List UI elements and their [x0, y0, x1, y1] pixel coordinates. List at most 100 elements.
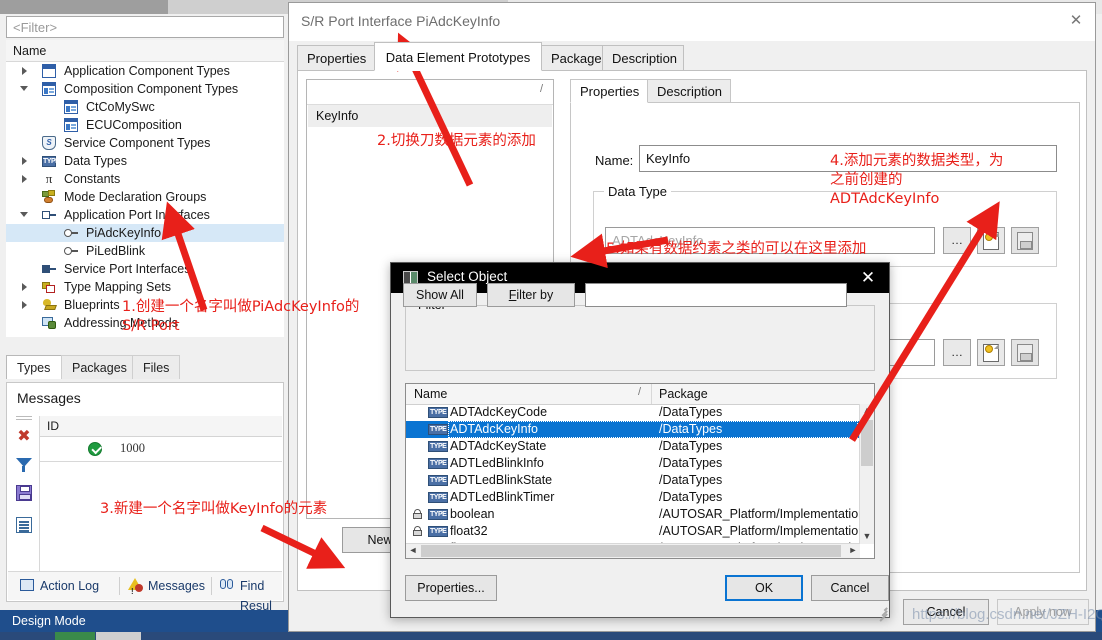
vertical-scrollbar[interactable]: ▲ ▼ — [859, 404, 874, 544]
object-list-header[interactable]: Name / Package — [406, 384, 874, 405]
taskbar-item-1[interactable] — [55, 632, 95, 640]
tab-find-results[interactable]: Find Resul — [220, 576, 282, 596]
sidebar-item-mode-declaration-groups[interactable]: Mode Declaration Groups — [6, 188, 284, 206]
chevron-down-icon[interactable] — [20, 80, 30, 98]
data-constraint-new-button[interactable] — [977, 339, 1005, 366]
scroll-thumb-horizontal[interactable] — [421, 545, 841, 557]
sidebar-item-application-component-types[interactable]: Application Component Types — [6, 62, 284, 80]
sidebar-item-piadckeyinfo[interactable]: PiAdcKeyInfo — [6, 224, 284, 242]
messages-grid[interactable]: ID 1000 — [39, 416, 282, 571]
save-icon[interactable] — [13, 482, 35, 504]
taskbar-item-2[interactable] — [96, 632, 141, 640]
constants-icon: π — [42, 170, 56, 188]
object-list-grid[interactable]: Name / Package TYPEADTAdcKeyCode/DataTyp… — [405, 383, 875, 559]
scroll-right-icon[interactable]: ► — [846, 544, 860, 558]
sidebar-item-data-types[interactable]: TYPEData Types — [6, 152, 284, 170]
scroll-up-icon[interactable]: ▲ — [860, 404, 874, 418]
resize-grip[interactable] — [875, 603, 887, 615]
ok-button[interactable]: OK — [725, 575, 803, 601]
name-label: Name: — [595, 153, 633, 168]
tab-description[interactable]: Description — [602, 45, 684, 71]
project-tree[interactable]: Application Component TypesComposition C… — [6, 62, 284, 337]
list-item-name: ADTLedBlinkInfo — [450, 455, 544, 472]
tree-tab-packages[interactable]: Packages — [61, 355, 133, 379]
tree-tab-bar[interactable]: TypesPackagesFiles — [6, 355, 284, 379]
data-type-browse-button[interactable]: … — [943, 227, 971, 254]
list-item[interactable]: TYPEADTAdcKeyCode/DataTypes — [406, 404, 860, 421]
tree-tab-types[interactable]: Types — [6, 355, 62, 379]
close-icon[interactable]: ✕ — [1065, 11, 1087, 31]
annotation-4: 4.添加元素的数据类型，为 之前创建的 ADTAdcKeyInfo — [830, 152, 1003, 209]
tab-action-log[interactable]: Action Log — [20, 576, 99, 596]
column-divider[interactable] — [651, 384, 652, 404]
list-item[interactable]: TYPEfloat32/AUTOSAR_Platform/Implementat… — [406, 523, 860, 540]
filter-by-button[interactable]: Filter by — [487, 283, 575, 307]
list-item[interactable]: TYPEADTAdcKeyInfo/DataTypes — [406, 421, 860, 438]
element-tab-description[interactable]: Description — [647, 79, 731, 103]
show-all-button[interactable]: Show All — [403, 283, 477, 307]
delete-icon[interactable]: ✖ — [13, 426, 35, 448]
sidebar-item-service-component-types[interactable]: SService Component Types — [6, 134, 284, 152]
tree-tab-files[interactable]: Files — [132, 355, 180, 379]
scroll-left-icon[interactable]: ◄ — [406, 544, 420, 558]
scroll-thumb[interactable] — [861, 420, 873, 466]
messages-tab-bar[interactable]: Action Log ! Messages Find Resul — [8, 571, 282, 600]
notes-icon[interactable] — [13, 514, 35, 536]
sidebar-item-service-port-interfaces[interactable]: Service Port Interfaces — [6, 260, 284, 278]
object-list-rows[interactable]: TYPEADTAdcKeyCode/DataTypesTYPEADTAdcKey… — [406, 404, 860, 544]
horizontal-scrollbar[interactable]: ◄ ► — [406, 543, 860, 558]
sidebar-item-type-mapping-sets[interactable]: Type Mapping Sets — [6, 278, 284, 296]
composition-icon — [64, 116, 78, 134]
chevron-right-icon[interactable] — [20, 296, 30, 314]
list-item-package: /DataTypes — [659, 438, 722, 455]
sidebar-item-ecucomposition[interactable]: ECUComposition — [6, 116, 284, 134]
data-constraint-browse-button[interactable]: … — [943, 339, 971, 366]
list-item[interactable]: TYPEADTLedBlinkTimer/DataTypes — [406, 489, 860, 506]
tab-package[interactable]: Package — [541, 45, 603, 71]
data-element-list-header[interactable]: / — [307, 80, 553, 105]
properties-button[interactable]: Properties... — [405, 575, 497, 601]
column-header-name: Name — [414, 387, 447, 401]
list-item[interactable]: TYPEADTLedBlinkState/DataTypes — [406, 472, 860, 489]
watermark: https://blog.csdn.net/JZH-I2Q — [912, 606, 1102, 623]
sidebar-item-application-port-interfaces[interactable]: Application Port Interfaces — [6, 206, 284, 224]
tree-column-header-name[interactable]: Name — [6, 40, 284, 62]
data-constraint-edit-button[interactable] — [1011, 339, 1039, 366]
cancel-button[interactable]: Cancel — [811, 575, 889, 601]
filter-icon[interactable] — [13, 454, 35, 476]
sidebar-item-ctcomyswc[interactable]: CtCoMySwc — [6, 98, 284, 116]
messages-toolbar[interactable]: ✖ — [11, 416, 39, 566]
chevron-right-icon[interactable] — [20, 62, 30, 80]
tab-find-results-label: Find Resul — [240, 579, 272, 613]
sidebar-item-constants[interactable]: πConstants — [6, 170, 284, 188]
toolbar-grip[interactable] — [16, 416, 32, 420]
chevron-right-icon[interactable] — [20, 152, 30, 170]
data-type-new-button[interactable] — [977, 227, 1005, 254]
chevron-right-icon[interactable] — [20, 278, 30, 296]
messages-grid-header[interactable]: ID — [40, 416, 282, 437]
tree-filter-input[interactable]: <Filter> — [6, 16, 284, 38]
ide-tab-stub-active[interactable] — [0, 0, 168, 14]
chevron-down-icon[interactable] — [20, 206, 30, 224]
list-item[interactable]: TYPEboolean/AUTOSAR_Platform/Implementat… — [406, 506, 860, 523]
table-row[interactable]: 1000 — [40, 437, 282, 462]
tab-messages[interactable]: ! Messages — [128, 576, 205, 596]
tab-properties[interactable]: Properties — [297, 45, 375, 71]
list-item[interactable]: KeyInfo — [308, 105, 552, 127]
list-item[interactable]: TYPEADTLedBlinkInfo/DataTypes — [406, 455, 860, 472]
sort-marker: / — [540, 83, 543, 95]
status-bar-label: Design Mode — [12, 614, 86, 628]
scroll-down-icon[interactable]: ▼ — [860, 530, 874, 544]
element-tab-properties[interactable]: Properties — [570, 79, 648, 103]
tab-data-element-prototypes[interactable]: Data Element Prototypes — [374, 42, 542, 71]
sidebar-item-piledblink[interactable]: PiLedBlink — [6, 242, 284, 260]
filter-input[interactable] — [585, 283, 847, 307]
list-item-package: /DataTypes — [659, 455, 722, 472]
close-icon[interactable]: ✕ — [857, 267, 879, 289]
port-interface-icon — [42, 206, 56, 224]
sidebar-item-composition-component-types[interactable]: Composition Component Types — [6, 80, 284, 98]
type-icon: TYPE — [428, 475, 448, 486]
list-item[interactable]: TYPEADTAdcKeyState/DataTypes — [406, 438, 860, 455]
chevron-right-icon[interactable] — [20, 170, 30, 188]
data-type-edit-button[interactable] — [1011, 227, 1039, 254]
